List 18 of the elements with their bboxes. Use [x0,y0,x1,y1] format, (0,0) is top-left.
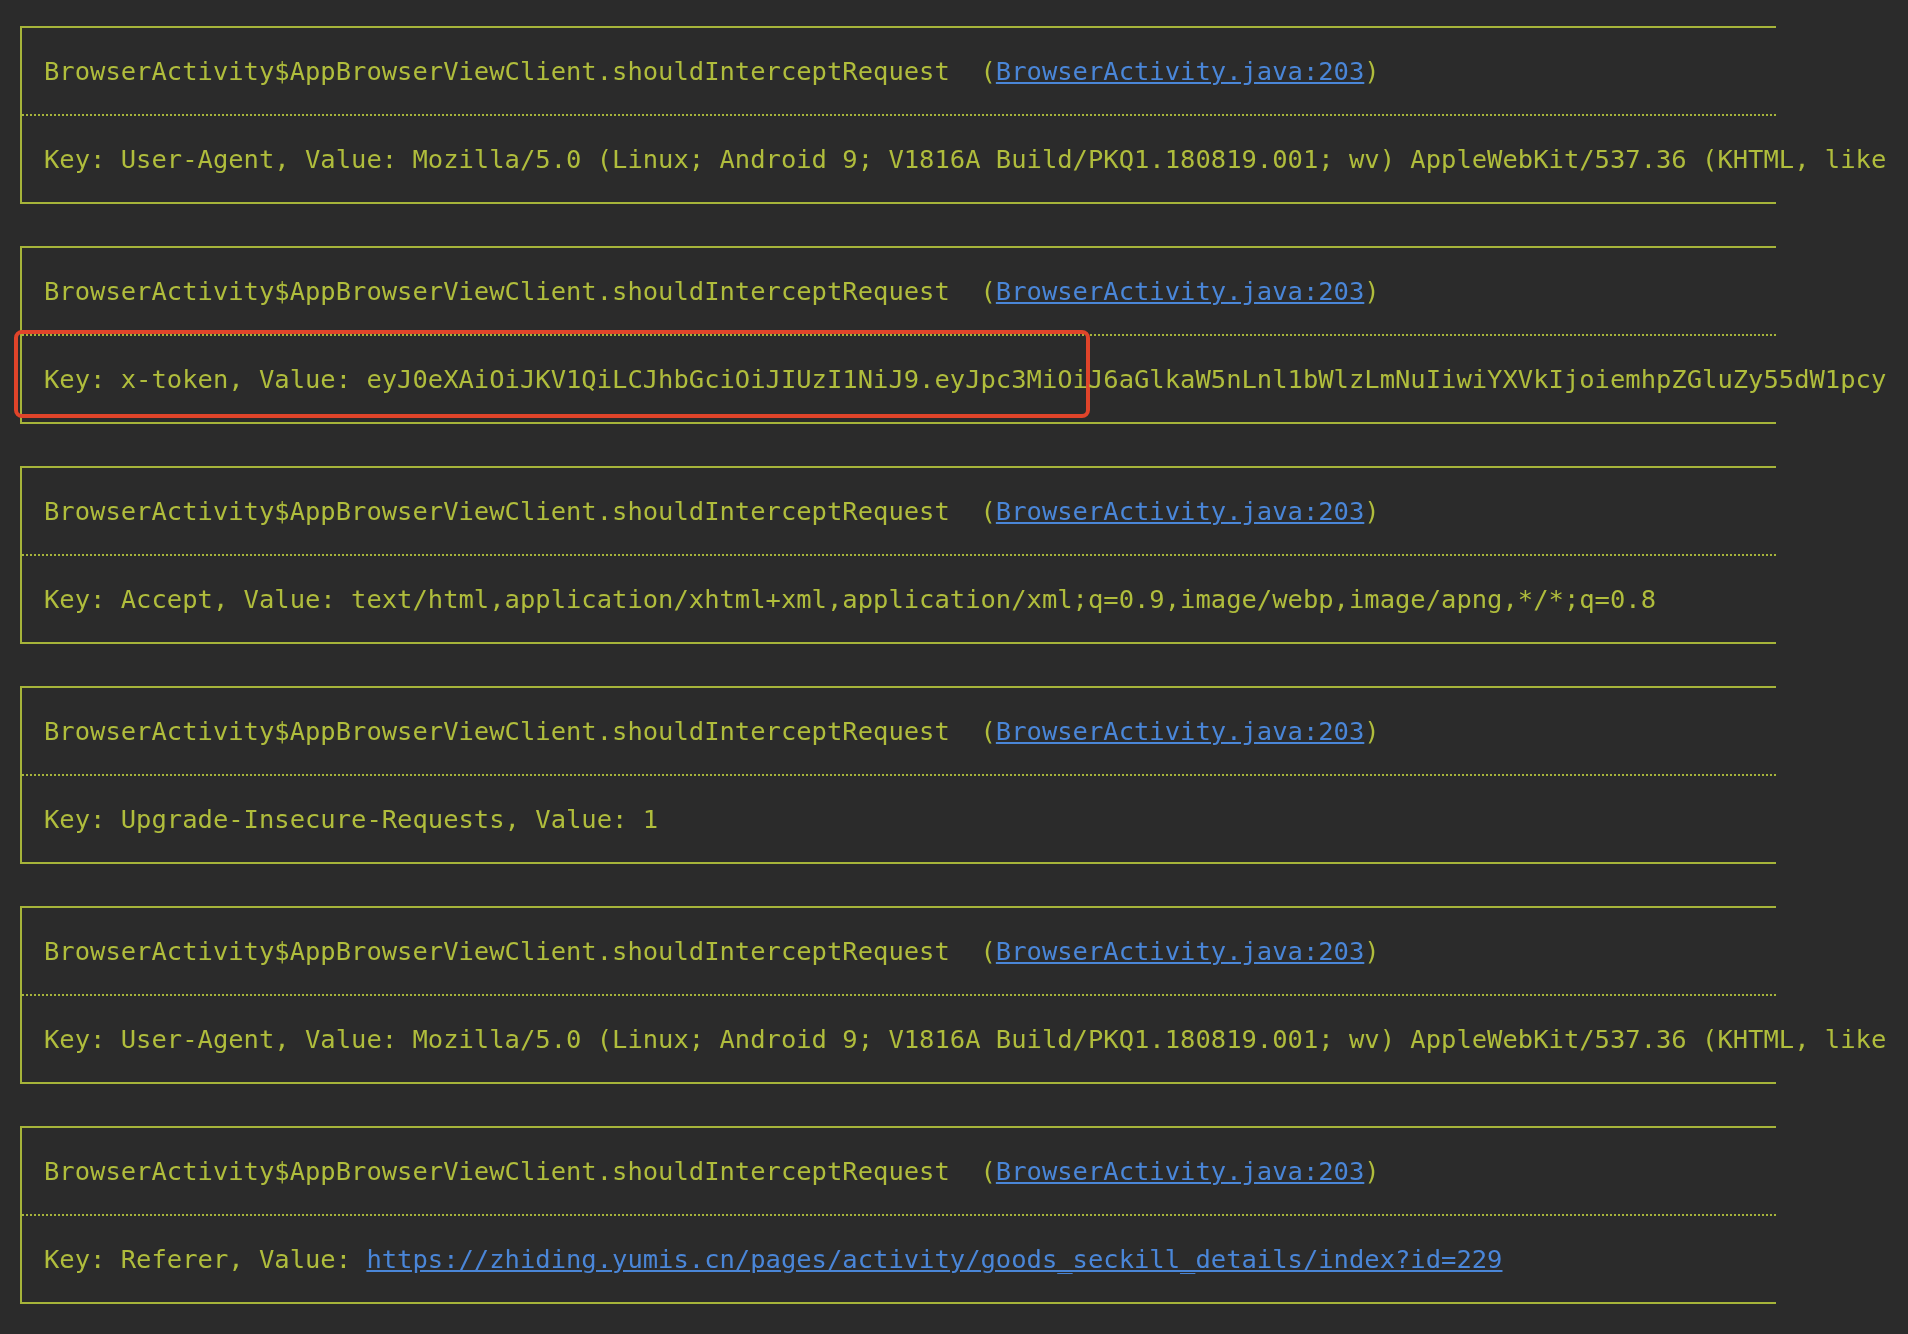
log-line: Key: Accept, Value: text/html,application/xhtml+xml,application/xml;q=0.9,image/webp,image/apng,*/*;q=0.8 [44,584,1656,614]
log-line: BrowserActivity$AppBrowserViewClient.shouldInterceptRequest (BrowserActivity.java:203) [44,1156,1380,1186]
source-link[interactable]: BrowserActivity.java:203 [995,936,1365,966]
log-line: BrowserActivity$AppBrowserViewClient.shouldInterceptRequest (BrowserActivity.java:203) [44,716,1380,746]
log-line: Key: Referer, Value: https://zhiding.yumis.cn/pages/activity/goods_seckill_details/index?id=229 [44,1244,1503,1274]
source-link[interactable]: BrowserActivity.java:203 [995,716,1365,746]
source-link[interactable]: BrowserActivity.java:203 [995,276,1365,306]
log-line: BrowserActivity$AppBrowserViewClient.shouldInterceptRequest (BrowserActivity.java:203) [44,56,1380,86]
source-link[interactable]: BrowserActivity.java:203 [995,496,1365,526]
source-link[interactable]: BrowserActivity.java:203 [995,1156,1365,1186]
log-line: BrowserActivity$AppBrowserViewClient.shouldInterceptRequest (BrowserActivity.java:203) [44,276,1380,306]
url-link[interactable]: https://zhiding.yumis.cn/pages/activity/goods_seckill_details/index?id=229 [366,1244,1503,1274]
log-line: Key: Upgrade-Insecure-Requests, Value: 1 [44,804,659,834]
source-link[interactable]: BrowserActivity.java:203 [995,56,1365,86]
log-line: BrowserActivity$AppBrowserViewClient.shouldInterceptRequest (BrowserActivity.java:203) [44,496,1380,526]
log-line: Key: User-Agent, Value: Mozilla/5.0 (Linux; Android 9; V1816A Build/PKQ1.180819.001; wv) AppleWebKit/537.36 (KHTML, like [44,1024,1887,1054]
log-line: BrowserActivity$AppBrowserViewClient.shouldInterceptRequest (BrowserActivity.java:203) [44,936,1380,966]
log-line: Key: User-Agent, Value: Mozilla/5.0 (Linux; Android 9; V1816A Build/PKQ1.180819.001; wv) AppleWebKit/537.36 (KHTML, like [44,144,1887,174]
